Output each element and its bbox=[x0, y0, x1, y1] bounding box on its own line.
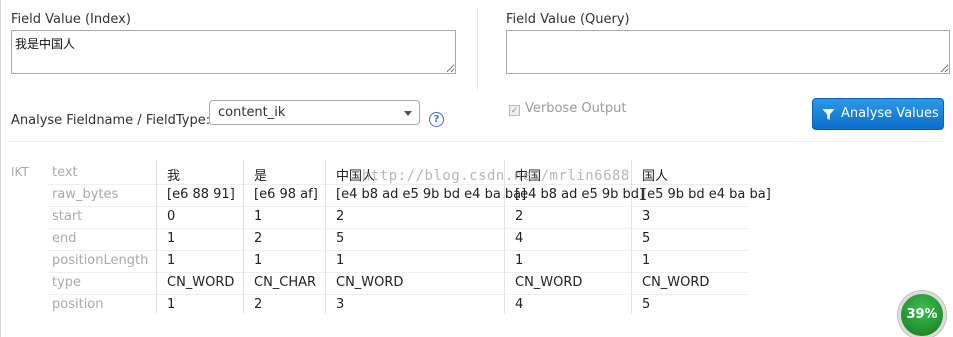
index-field-input[interactable] bbox=[11, 30, 456, 74]
analysis-screen: Field Value (Index) Field Value (Query) … bbox=[0, 0, 953, 337]
token-1-type: CN_WORD bbox=[167, 275, 235, 290]
row-divider bbox=[48, 272, 749, 273]
fieldtype-label: Analyse Fieldname / FieldType: bbox=[11, 113, 211, 128]
token-2-raw_bytes: [e6 98 af] bbox=[254, 187, 318, 202]
attribute-name-position: position bbox=[52, 297, 104, 312]
token-1-end: 1 bbox=[167, 231, 176, 246]
left-border bbox=[0, 0, 1, 337]
fieldtype-select[interactable]: content_ik bbox=[209, 100, 420, 125]
token-2-position: 2 bbox=[254, 297, 263, 312]
token-3-end: 5 bbox=[336, 231, 345, 246]
tokenizer-name: IKT bbox=[11, 165, 29, 179]
row-divider bbox=[48, 184, 749, 185]
attribute-name-start: start bbox=[52, 209, 83, 224]
token-2-type: CN_CHAR bbox=[254, 275, 317, 290]
column-divider bbox=[156, 160, 157, 314]
progress-indicator: 39% bbox=[898, 291, 946, 337]
token-1-text: 我 bbox=[167, 169, 181, 184]
panel-divider bbox=[477, 8, 478, 90]
token-5-positionLength: 1 bbox=[642, 253, 651, 268]
attribute-name-end: end bbox=[52, 231, 77, 246]
fieldtype-selected-value: content_ik bbox=[218, 105, 286, 120]
token-5-start: 3 bbox=[642, 209, 651, 224]
token-2-start: 1 bbox=[254, 209, 263, 224]
token-5-end: 5 bbox=[642, 231, 651, 246]
query-field-input[interactable] bbox=[506, 30, 950, 74]
token-4-position: 4 bbox=[515, 297, 524, 312]
attribute-name-raw_bytes: raw_bytes bbox=[52, 187, 119, 202]
token-4-type: CN_WORD bbox=[515, 275, 583, 290]
token-3-position: 3 bbox=[336, 297, 345, 312]
token-4-raw_bytes: [e4 b8 ad e5 9b bd] bbox=[515, 187, 645, 202]
token-3-type: CN_WORD bbox=[336, 275, 404, 290]
token-3-start: 2 bbox=[336, 209, 345, 224]
token-5-text: 国人 bbox=[642, 169, 669, 184]
token-3-positionLength: 1 bbox=[336, 253, 345, 268]
token-4-positionLength: 1 bbox=[515, 253, 524, 268]
attribute-name-type: type bbox=[52, 275, 82, 290]
row-divider bbox=[48, 228, 749, 229]
analyse-values-button[interactable]: Analyse Values bbox=[812, 98, 944, 130]
token-1-start: 0 bbox=[167, 209, 176, 224]
verbose-label: Verbose Output bbox=[525, 101, 627, 116]
token-1-raw_bytes: [e6 88 91] bbox=[167, 187, 235, 202]
column-divider bbox=[325, 160, 326, 314]
section-divider bbox=[8, 141, 945, 142]
chevron-down-icon bbox=[404, 111, 412, 116]
token-5-position: 5 bbox=[642, 297, 651, 312]
column-divider bbox=[243, 160, 244, 314]
token-3-raw_bytes: [e4 b8 ad e5 9b bd e4 ba ba] bbox=[336, 187, 527, 202]
token-5-type: CN_WORD bbox=[642, 275, 710, 290]
progress-label: 39% bbox=[906, 307, 938, 322]
help-icon[interactable]: ? bbox=[429, 112, 444, 127]
token-2-end: 2 bbox=[254, 231, 263, 246]
query-field-label: Field Value (Query) bbox=[506, 12, 630, 27]
token-4-start: 2 bbox=[515, 209, 524, 224]
index-field-label: Field Value (Index) bbox=[11, 12, 131, 27]
verbose-checkbox[interactable]: ✓ bbox=[509, 105, 520, 116]
watermark: http://blog.csdn.net/mrlin6688 bbox=[362, 168, 630, 184]
token-5-raw_bytes: [e5 9b bd e4 ba ba] bbox=[642, 187, 771, 202]
row-divider bbox=[48, 250, 749, 251]
token-2-text: 是 bbox=[254, 169, 268, 184]
token-1-position: 1 bbox=[167, 297, 176, 312]
analyse-values-label: Analyse Values bbox=[841, 106, 939, 121]
attribute-name-text: text bbox=[52, 165, 78, 180]
token-4-end: 4 bbox=[515, 231, 524, 246]
token-1-positionLength: 1 bbox=[167, 253, 176, 268]
filter-icon bbox=[822, 109, 835, 120]
token-2-positionLength: 1 bbox=[254, 253, 263, 268]
attribute-name-positionLength: positionLength bbox=[52, 253, 149, 268]
column-divider bbox=[631, 160, 632, 314]
row-divider bbox=[48, 206, 749, 207]
verbose-output-toggle[interactable]: ✓ Verbose Output bbox=[509, 101, 627, 116]
row-divider bbox=[48, 294, 749, 295]
